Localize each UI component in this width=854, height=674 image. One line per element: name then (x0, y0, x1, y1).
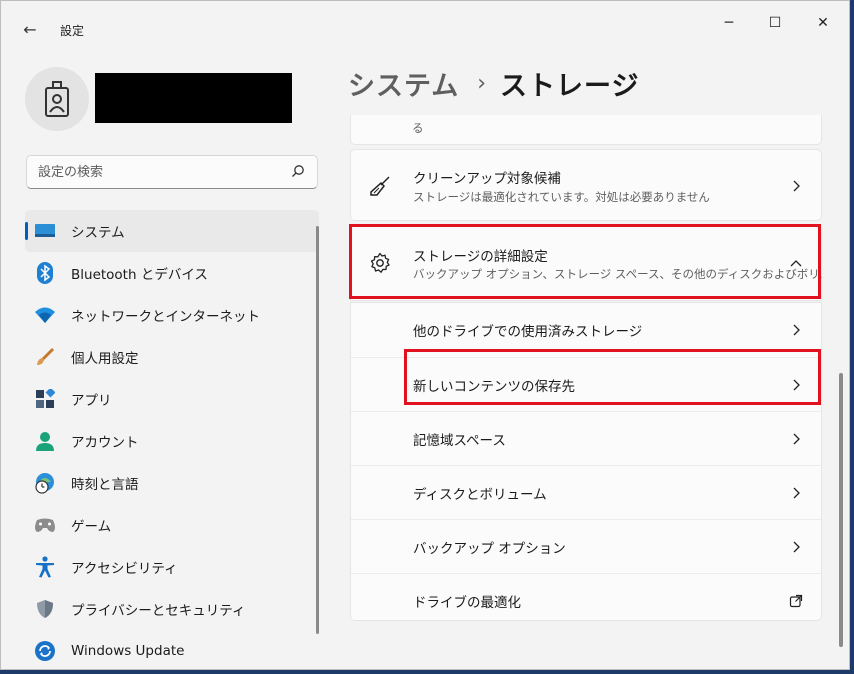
backup-options-item[interactable]: バックアップ オプション (351, 519, 821, 573)
sidebar-item-personalization[interactable]: 個人用設定 (25, 336, 319, 378)
title-bar: ← 設定 ─ ☐ ✕ (1, 1, 849, 45)
chevron-right-icon (793, 541, 800, 553)
list-item-label: ディスクとボリューム (413, 487, 547, 503)
chevron-right-icon (793, 324, 800, 336)
apps-icon (34, 388, 56, 410)
sidebar-item-label: システム (71, 225, 125, 241)
sidebar-item-accessibility[interactable]: アクセシビリティ (25, 546, 319, 588)
shield-icon (34, 598, 56, 620)
gamepad-icon (34, 514, 56, 536)
sidebar-item-label: ネットワークとインターネット (71, 309, 260, 325)
breadcrumb-separator: › (477, 70, 487, 96)
sidebar-item-windows-update[interactable]: Windows Update (25, 630, 319, 672)
brush-icon (34, 346, 56, 368)
id-badge-icon (45, 81, 69, 117)
sidebar-item-privacy[interactable]: プライバシーとセキュリティ (25, 588, 319, 630)
sidebar-item-label: アクセシビリティ (71, 561, 178, 577)
minimize-button[interactable]: ─ (707, 9, 751, 37)
sidebar-item-label: アカウント (71, 435, 139, 451)
close-button[interactable]: ✕ (801, 9, 845, 37)
highlight-new-content-location (404, 349, 821, 405)
storage-spaces-item[interactable]: 記憶域スペース (351, 411, 821, 465)
settings-window: ← 設定 ─ ☐ ✕ システム (0, 0, 850, 670)
chevron-right-icon (793, 487, 800, 499)
partial-card-text: る (412, 121, 424, 135)
sidebar-item-network[interactable]: ネットワークとインターネット (25, 294, 319, 336)
back-button[interactable]: ← (15, 15, 45, 45)
search-icon[interactable] (291, 164, 305, 178)
chevron-right-icon (793, 180, 800, 192)
main-scrollbar-thumb[interactable] (839, 373, 843, 647)
sidebar-item-gaming[interactable]: ゲーム (25, 504, 319, 546)
sidebar-item-label: プライバシーとセキュリティ (71, 603, 246, 619)
page-title: ストレージ (500, 70, 640, 102)
broom-icon (368, 174, 392, 198)
system-icon (34, 220, 56, 242)
sidebar-nav: システム Bluetooth とデバイス ネットワークとインターネット 個人用設… (25, 210, 319, 672)
sidebar-item-label: Bluetooth とデバイス (71, 267, 208, 283)
sidebar-item-system[interactable]: システム (25, 210, 319, 252)
list-item-label: バックアップ オプション (413, 541, 566, 557)
sidebar-scrollbar[interactable] (316, 226, 319, 634)
account-name-redacted (95, 73, 292, 123)
sidebar-item-time-language[interactable]: 時刻と言語 (25, 462, 319, 504)
windows-update-icon (34, 640, 56, 662)
cleanup-recommendations-card[interactable]: クリーンアップ対象候補 ストレージは最適化されています。対処は必要ありません (350, 149, 822, 221)
accessibility-icon (34, 556, 56, 578)
maximize-button[interactable]: ☐ (753, 9, 797, 37)
cleanup-title: クリーンアップ対象候補 (413, 171, 561, 187)
sidebar-item-label: Windows Update (71, 643, 185, 659)
app-title: 設定 (60, 24, 85, 38)
sidebar-item-label: 時刻と言語 (71, 477, 139, 493)
search-box[interactable] (26, 155, 318, 189)
list-item-label: 記憶域スペース (413, 433, 506, 449)
external-link-icon (789, 594, 803, 608)
list-item-label: 他のドライブでの使用済みストレージ (413, 324, 643, 340)
optimize-drives-item[interactable]: ドライブの最適化 (351, 573, 821, 627)
sidebar-item-label: ゲーム (71, 519, 112, 535)
cleanup-subtitle: ストレージは最適化されています。対処は必要ありません (413, 190, 710, 204)
avatar[interactable] (25, 67, 89, 131)
partial-setting-card[interactable]: る (350, 115, 822, 145)
bluetooth-icon (34, 262, 56, 284)
sidebar-item-bluetooth[interactable]: Bluetooth とデバイス (25, 252, 319, 294)
account-icon (34, 430, 56, 452)
sidebar-item-accounts[interactable]: アカウント (25, 420, 319, 462)
breadcrumb: システム › ストレージ (348, 63, 639, 103)
sidebar-item-apps[interactable]: アプリ (25, 378, 319, 420)
search-input[interactable] (27, 156, 287, 188)
disks-volumes-item[interactable]: ディスクとボリューム (351, 465, 821, 519)
highlight-advanced-settings (349, 224, 821, 299)
time-language-icon (34, 472, 56, 494)
sidebar-item-label: 個人用設定 (71, 351, 139, 367)
chevron-right-icon (793, 433, 800, 445)
breadcrumb-parent[interactable]: システム (348, 64, 459, 103)
sidebar-item-label: アプリ (71, 393, 112, 409)
list-item-label: ドライブの最適化 (413, 595, 521, 611)
network-icon (34, 304, 56, 326)
